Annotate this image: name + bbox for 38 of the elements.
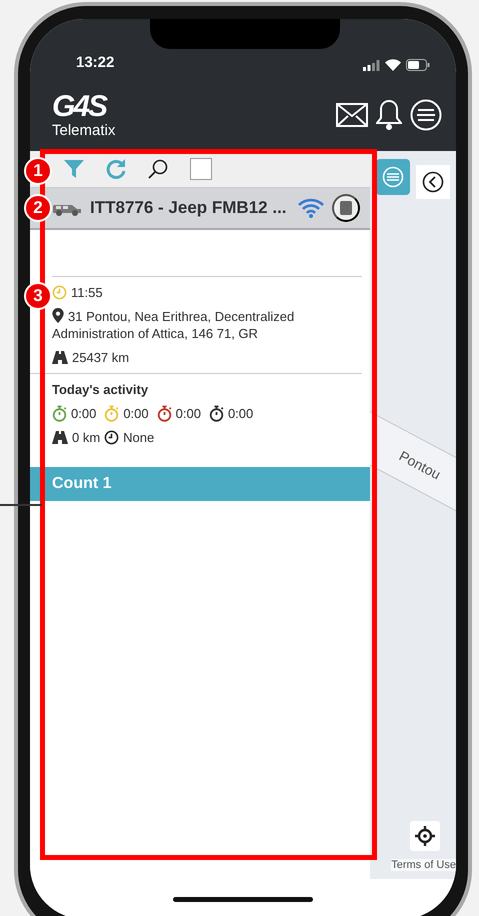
list-toggle-button[interactable] [376,159,410,195]
last-update-time: 11:55 [71,285,103,300]
wifi-icon [385,59,401,71]
crosshair-icon [415,826,435,846]
terms-link[interactable]: Terms of Use [391,859,456,871]
list-icon [382,166,404,188]
wifi-signal-icon [298,198,324,218]
vehicle-name[interactable]: ITT8776 - Jeep FMB12 ... [90,198,290,218]
timer-value: 0:00 [228,406,254,421]
mail-icon[interactable] [336,103,368,127]
location-pin-icon [52,308,64,323]
select-all-checkbox[interactable] [190,158,212,180]
battery-icon [406,59,430,71]
search-icon[interactable] [148,159,168,179]
home-indicator[interactable] [173,896,313,902]
logo-tagline: Telematix [52,122,116,138]
duration-today: None [123,430,154,445]
status-time: 13:22 [76,54,114,71]
signal-icon [363,60,380,70]
activity-title: Today's activity [52,382,150,397]
odometer-reading: 25437 km [72,350,130,365]
callout-line [0,504,42,506]
timer-value: 0:00 [123,406,149,421]
logo: G4S [52,92,108,122]
chevron-left-icon [422,171,444,193]
clock-icon [52,285,67,300]
distance-today: 0 km [72,430,100,445]
locate-button[interactable] [410,821,440,851]
menu-icon[interactable] [410,99,442,131]
timer-value: 0:00 [176,406,201,421]
bell-icon[interactable] [376,99,402,131]
address-text: 31 Pontou, Nea Erithrea, Decentralized Administration of Attica, 146 71, GR [52,308,296,342]
timer-value: 0:00 [71,406,96,421]
collapse-button[interactable] [416,165,450,199]
stop-button[interactable] [332,194,360,222]
clock-icon [104,430,120,445]
road-icon [52,351,68,364]
road-icon [52,431,68,444]
